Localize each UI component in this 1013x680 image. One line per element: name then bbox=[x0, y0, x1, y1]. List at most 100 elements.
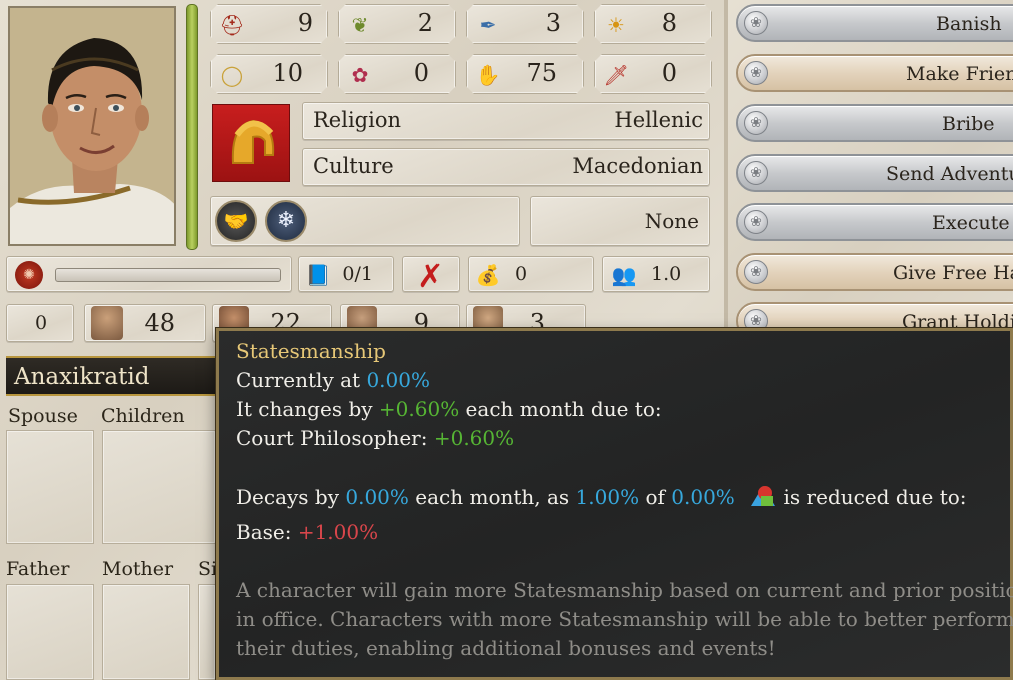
helmet-icon: ⛑ bbox=[219, 13, 245, 37]
change-value: +0.60% bbox=[378, 397, 460, 421]
action-label: Execute bbox=[932, 212, 1010, 234]
action-label: Banish bbox=[936, 13, 1002, 35]
stat-value: 3 bbox=[545, 9, 561, 37]
spouse-slot[interactable] bbox=[6, 430, 94, 544]
tooltip-title: Statesmanship bbox=[236, 339, 386, 363]
books-slot[interactable]: 📘 0/1 bbox=[298, 256, 394, 292]
text: It changes by bbox=[236, 397, 379, 421]
children-label: Children bbox=[101, 405, 185, 427]
books-icon: 📘 bbox=[305, 263, 331, 287]
children-slot[interactable] bbox=[102, 430, 216, 544]
culture-label: Culture bbox=[313, 154, 394, 178]
make-friends-button[interactable]: ❀ Make Frienc bbox=[736, 54, 1013, 92]
text: each month due to: bbox=[459, 397, 662, 421]
tricolor-statesmanship-icon bbox=[751, 486, 776, 506]
religion-value: Hellenic bbox=[614, 108, 703, 132]
action-label: Send Adventu bbox=[886, 163, 1013, 185]
stat-value: 9 bbox=[297, 9, 313, 37]
pop-icon: 👥 bbox=[611, 263, 637, 287]
swirl-icon: ❀ bbox=[744, 161, 768, 185]
character-name-bar: Anaxikratid bbox=[6, 356, 220, 396]
spouse-label: Spouse bbox=[8, 405, 78, 427]
stat-value: 0 bbox=[661, 59, 677, 87]
dagger-icon: 🗡 bbox=[603, 63, 629, 87]
siblings-slot[interactable] bbox=[198, 584, 216, 680]
family-stat-slot[interactable]: 48 bbox=[84, 304, 206, 342]
tooltip-source: Court Philosopher: +0.60% bbox=[236, 426, 514, 450]
action-label: Give Free Har bbox=[893, 262, 1013, 284]
bribe-button[interactable]: ❀ Bribe bbox=[736, 104, 1013, 142]
snowflake-trait-icon[interactable]: ❄ bbox=[265, 200, 307, 242]
give-free-hand-button[interactable]: ❀ Give Free Har bbox=[736, 253, 1013, 291]
mother-slot[interactable] bbox=[102, 584, 190, 680]
scroll-pen-icon: ✒ bbox=[479, 13, 497, 37]
text: Base: bbox=[236, 520, 298, 544]
base-value: +1.00% bbox=[297, 520, 379, 544]
pop-value: 1.0 bbox=[651, 263, 682, 285]
no-action-slot[interactable]: ✗ bbox=[402, 256, 460, 295]
gold-slot[interactable]: 💰 0 bbox=[468, 256, 594, 292]
health-bar bbox=[186, 4, 198, 250]
decay-rate: 1.00% bbox=[575, 485, 640, 509]
current-value: 0.00% bbox=[366, 368, 430, 392]
text: Currently at bbox=[236, 368, 367, 392]
stat-finesse[interactable]: ✒ 3 bbox=[466, 4, 584, 44]
laurel-icon: ❦ bbox=[351, 13, 369, 37]
religion-label: Religion bbox=[313, 108, 401, 132]
stat-loyalty[interactable]: ✋ 75 bbox=[466, 54, 584, 94]
rose-icon: ✿ bbox=[351, 63, 369, 87]
books-value: 0/1 bbox=[342, 263, 373, 285]
father-slot[interactable] bbox=[6, 584, 94, 680]
wax-seal-icon: ✺ bbox=[15, 261, 43, 289]
tooltip-base: Base: +1.00% bbox=[236, 520, 378, 544]
pop-slot[interactable]: 👥 1.0 bbox=[602, 256, 710, 292]
swirl-icon: ❀ bbox=[744, 111, 768, 135]
send-adventure-button[interactable]: ❀ Send Adventu bbox=[736, 154, 1013, 192]
stat-charisma[interactable]: ❦ 2 bbox=[338, 4, 456, 44]
tooltip-description-1: A character will gain more Statesmanship… bbox=[236, 578, 1013, 602]
party-value: None bbox=[644, 209, 699, 233]
handshake-trait-icon[interactable]: 🤝 bbox=[215, 200, 257, 242]
character-name: Anaxikratid bbox=[14, 364, 150, 390]
stat-value: 75 bbox=[526, 59, 557, 87]
family-stat-value: 0 bbox=[35, 312, 48, 334]
text: of bbox=[639, 485, 672, 509]
sun-icon: ☀ bbox=[607, 13, 625, 37]
swirl-icon: ❀ bbox=[744, 260, 768, 284]
ambition-row[interactable]: ✺ bbox=[6, 256, 292, 292]
tooltip-description-2: in office. Characters with more Statesma… bbox=[236, 607, 1013, 631]
stat-zeal[interactable]: ☀ 8 bbox=[594, 4, 712, 44]
text: Court Philosopher: bbox=[236, 426, 434, 450]
culture-row[interactable]: Culture Macedonian bbox=[302, 148, 710, 186]
source-value: +0.60% bbox=[433, 426, 515, 450]
stat-value: 10 bbox=[272, 59, 303, 87]
swirl-icon: ❀ bbox=[744, 11, 768, 35]
tooltip-current: Currently at 0.00% bbox=[236, 368, 430, 392]
decay-base: 0.00% bbox=[671, 485, 735, 509]
stat-prominence[interactable]: ◯ 10 bbox=[210, 54, 328, 94]
wreath-icon: ◯ bbox=[220, 63, 244, 87]
stat-martial[interactable]: ⛑ 9 bbox=[210, 4, 328, 44]
stat-corruption[interactable]: 🗡 0 bbox=[594, 54, 712, 94]
stat-fertility[interactable]: ✿ 0 bbox=[338, 54, 456, 94]
banish-button[interactable]: ❀ Banish bbox=[736, 4, 1013, 42]
decay-value: 0.00% bbox=[345, 485, 409, 509]
character-portrait[interactable] bbox=[8, 6, 176, 246]
family-stat-slot[interactable]: 0 bbox=[6, 304, 74, 342]
ambition-progress-bar bbox=[55, 268, 281, 282]
statesmanship-tooltip: Statesmanship Currently at 0.00% It chan… bbox=[216, 328, 1013, 680]
hand-icon: ✋ bbox=[475, 63, 501, 87]
text: is reduced due to: bbox=[777, 485, 967, 509]
tooltip-change: It changes by +0.60% each month due to: bbox=[236, 397, 662, 421]
mother-label: Mother bbox=[102, 558, 174, 580]
tooltip-description-3: their duties, enabling additional bonuse… bbox=[236, 636, 776, 660]
swirl-icon: ❀ bbox=[744, 61, 768, 85]
swirl-icon: ❀ bbox=[744, 210, 768, 234]
execute-button[interactable]: ❀ Execute bbox=[736, 203, 1013, 241]
text: Decays by bbox=[236, 485, 346, 509]
religion-row[interactable]: Religion Hellenic bbox=[302, 102, 710, 140]
siblings-label: Si bbox=[198, 558, 218, 580]
party-box[interactable]: None bbox=[530, 196, 710, 246]
culture-emblem[interactable] bbox=[212, 104, 290, 182]
traits-box: 🤝 ❄ bbox=[210, 196, 520, 246]
